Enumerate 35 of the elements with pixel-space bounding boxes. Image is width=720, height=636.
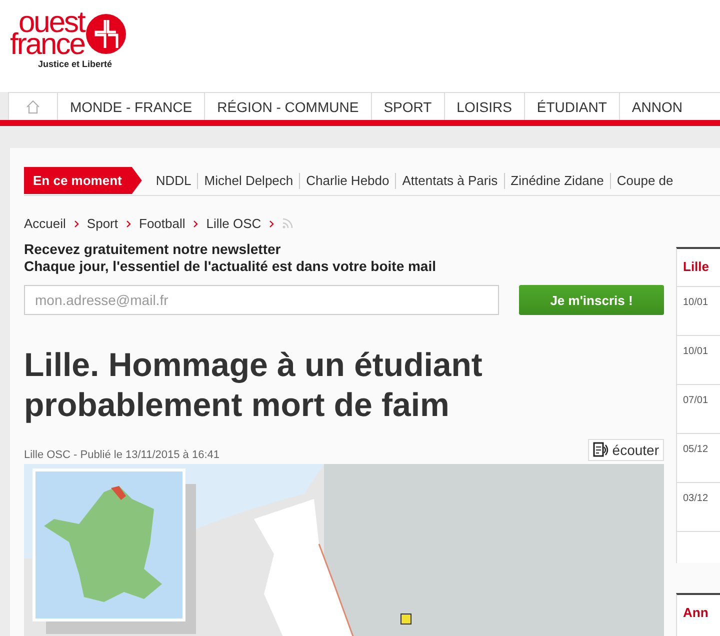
breadcrumb-link[interactable]: Football: [139, 216, 186, 231]
breadcrumb-link[interactable]: Accueil: [24, 216, 66, 231]
newsletter-title: Recevez gratuitement notre newsletter: [24, 241, 282, 258]
breadcrumb-link[interactable]: Sport: [86, 216, 118, 231]
trending-label: En ce moment: [24, 167, 142, 194]
news-date: 03/12: [683, 493, 708, 504]
home-icon: [26, 100, 40, 114]
trending-topic-link[interactable]: Coupe de: [610, 172, 680, 188]
rss-icon[interactable]: [282, 218, 294, 229]
logo-wordmark[interactable]: france: [10, 34, 84, 56]
trending-topic-link[interactable]: NDDL: [150, 172, 198, 188]
logo-icon[interactable]: [86, 14, 126, 54]
trending-topic-link[interactable]: Attentats à Paris: [395, 172, 504, 188]
email-field[interactable]: mon.adresse@mail.fr: [24, 285, 499, 315]
news-date: 07/01: [683, 395, 708, 406]
chevron-icon: [193, 220, 198, 228]
article-title: Lille. Hommage à un étudiant probablement mort de faim: [24, 345, 484, 425]
sidebar-heading: Lille: [677, 249, 720, 287]
sidebar-heading: Ann: [682, 604, 710, 620]
listen-button[interactable]: écouter: [588, 439, 664, 461]
trending-topic-link[interactable]: Charlie Hebdo: [299, 172, 396, 188]
chevron-icon: [126, 220, 131, 228]
newsletter-subtitle: Chaque jour, l'essentiel de l'actualité est dans votre boite mail: [24, 258, 438, 275]
logo-tagline: Justice et Liberté: [38, 59, 112, 69]
subscribe-button[interactable]: Je m'inscris !: [519, 285, 664, 315]
trending-topic-link[interactable]: Michel Delpech: [197, 172, 300, 188]
news-date: 05/12: [683, 444, 708, 455]
news-date: 10/01: [683, 297, 708, 308]
chevron-icon: [74, 220, 79, 228]
trending-topic-link[interactable]: Zinédine Zidane: [504, 172, 610, 188]
breadcrumb-link[interactable]: Lille OSC: [206, 216, 262, 231]
speaker-icon: [593, 442, 610, 458]
article-meta: Lille OSC - Publié le 13/11/2015 à 16:41: [24, 449, 220, 461]
chevron-icon: [269, 220, 274, 228]
news-date: 10/01: [683, 346, 708, 357]
